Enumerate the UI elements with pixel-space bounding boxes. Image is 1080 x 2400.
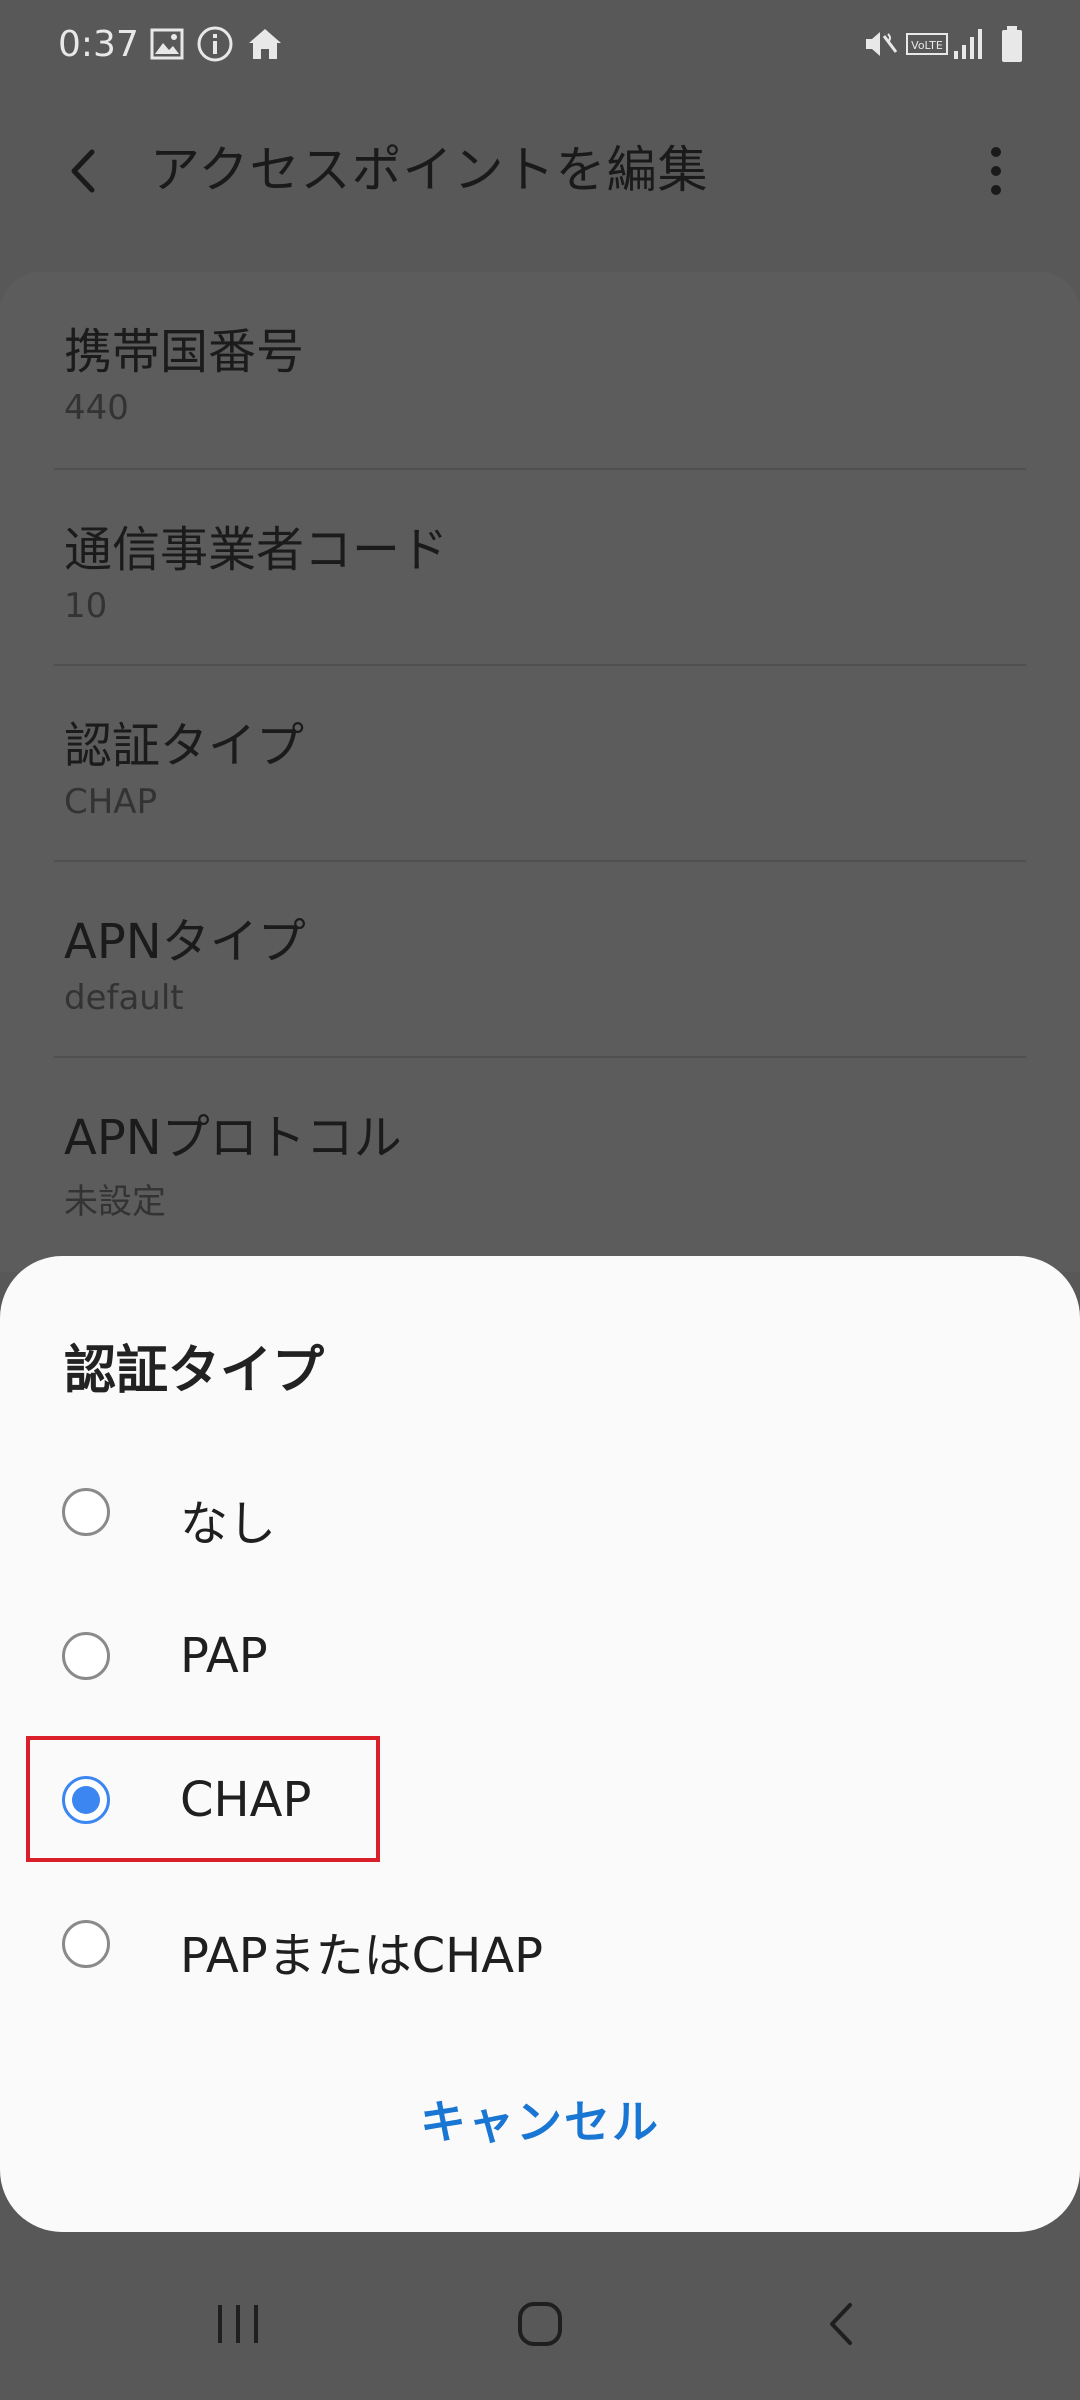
setting-apn-type[interactable]: APNタイプ default	[54, 860, 1026, 1058]
auth-type-dialog: 認証タイプ なし PAP CHAP PAPまたはCHAP キャンセル	[0, 1256, 1080, 2232]
back-icon	[830, 2303, 852, 2345]
nav-back-button[interactable]	[802, 2284, 882, 2364]
status-bar: 0:37 VoLTE	[0, 0, 1080, 90]
option-label: なし	[180, 1496, 277, 1552]
setting-value: CHAP	[64, 782, 158, 822]
setting-label: APNプロトコル	[64, 1110, 402, 1166]
option-label: PAPまたはCHAP	[180, 1928, 544, 1984]
settings-list: 携帯国番号 440 通信事業者コード 10 認証タイプ CHAP APNタイプ …	[0, 272, 1080, 1272]
status-time: 0:37	[58, 24, 139, 65]
radio-button[interactable]	[62, 1920, 110, 1968]
highlight-annotation	[26, 1736, 380, 1862]
svg-text:VoLTE: VoLTE	[911, 39, 943, 52]
setting-label: 認証タイプ	[64, 718, 305, 774]
mute-vibrate-icon	[862, 24, 898, 64]
app-bar: アクセスポイントを編集	[0, 100, 1080, 230]
recent-apps-icon	[218, 2305, 258, 2343]
setting-apn-protocol[interactable]: APNプロトコル 未設定	[54, 1056, 1026, 1254]
image-icon	[150, 24, 184, 64]
setting-auth-type[interactable]: 認証タイプ CHAP	[54, 664, 1026, 862]
setting-value: 440	[64, 388, 129, 428]
home-icon	[246, 24, 284, 64]
setting-mnc[interactable]: 通信事業者コード 10	[54, 468, 1026, 666]
back-arrow-icon	[71, 149, 95, 193]
battery-icon	[1000, 24, 1024, 64]
more-vert-icon	[991, 147, 1001, 195]
dialog-title: 認証タイプ	[64, 1341, 325, 1401]
setting-value: 10	[64, 586, 108, 626]
volte-icon: VoLTE	[906, 24, 948, 64]
more-options-button[interactable]	[966, 136, 1026, 206]
back-button[interactable]	[52, 136, 122, 206]
recent-apps-button[interactable]	[198, 2284, 278, 2364]
setting-label: APNタイプ	[64, 914, 306, 970]
radio-button[interactable]	[62, 1488, 110, 1536]
setting-label: 通信事業者コード	[64, 522, 449, 578]
option-pap-or-chap[interactable]: PAPまたはCHAP	[0, 1876, 1080, 2020]
navigation-bar	[0, 2256, 1080, 2400]
setting-mcc[interactable]: 携帯国番号 440	[54, 272, 1026, 468]
option-none[interactable]: なし	[0, 1444, 1080, 1588]
page-title: アクセスポイントを編集	[150, 141, 709, 199]
option-pap[interactable]: PAP	[0, 1588, 1080, 1732]
setting-value: 未設定	[64, 1182, 166, 1222]
option-label: PAP	[180, 1628, 268, 1684]
home-button-icon	[518, 2302, 562, 2346]
home-button[interactable]	[500, 2284, 580, 2364]
signal-icon	[952, 24, 986, 64]
setting-label: 携帯国番号	[64, 324, 305, 380]
info-icon	[196, 24, 234, 64]
cancel-button[interactable]: キャンセル	[0, 2086, 1080, 2152]
setting-value: default	[64, 978, 184, 1018]
radio-button[interactable]	[62, 1632, 110, 1680]
